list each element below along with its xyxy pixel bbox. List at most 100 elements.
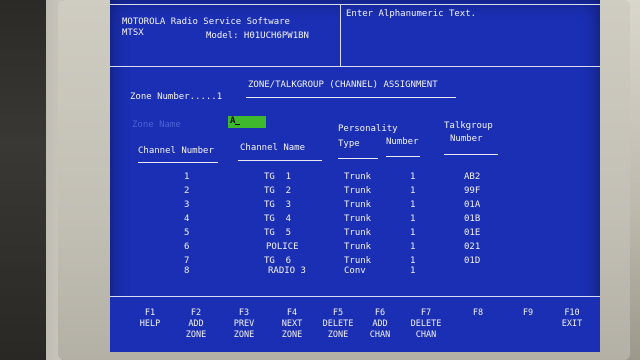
row-talkgroup-number[interactable]: 021 <box>464 242 480 253</box>
fkey-f3-l2: ZONE <box>233 330 255 340</box>
page-title: ZONE/TALKGROUP (CHANNEL) ASSIGNMENT <box>248 80 438 90</box>
col-channel-name: Channel Name <box>240 143 306 153</box>
col-talkgroup: Talkgroup <box>444 121 493 131</box>
fkey-f9[interactable]: F9 <box>506 308 550 341</box>
fkey-f6-l2: CHAN <box>369 330 391 340</box>
zone-number-label: Zone Number.....1 <box>130 92 223 102</box>
row-talkgroup-number[interactable]: 99F <box>464 186 480 197</box>
row-channel-number[interactable]: 6 <box>184 242 189 253</box>
fkey-f8-l2 <box>456 330 500 341</box>
model-label: Model: H01UCH6PW1BN <box>206 31 309 41</box>
row-channel-number[interactable]: 4 <box>184 214 189 225</box>
row-channel-name[interactable]: TG 3 <box>264 200 291 211</box>
fkey-f9-l1 <box>506 319 550 330</box>
fkey-f8-key: F8 <box>472 308 484 318</box>
row-channel-name[interactable]: POLICE <box>266 242 299 253</box>
fkey-f2-key: F2 <box>190 308 202 318</box>
crt-screen: MOTOROLA Radio Service Software MTSX Mod… <box>110 0 600 352</box>
col-type: Type <box>338 139 360 149</box>
row-channel-name[interactable]: TG 4 <box>264 214 291 225</box>
row-personality-type[interactable]: Trunk <box>344 214 371 225</box>
underline-channel-number <box>138 162 218 163</box>
row-personality-number[interactable]: 1 <box>410 242 415 253</box>
fkey-f5-l2: ZONE <box>327 330 349 340</box>
row-personality-type[interactable]: Trunk <box>344 242 371 253</box>
background-door-frame <box>0 0 46 360</box>
background-wall-left <box>0 0 62 360</box>
row-channel-number[interactable]: 2 <box>184 186 189 197</box>
fkey-f3-key: F3 <box>238 308 250 318</box>
underline-number <box>386 156 420 157</box>
fkey-f4[interactable]: F4 NEXT ZONE <box>270 308 314 341</box>
row-channel-number[interactable]: 3 <box>184 200 189 211</box>
fkey-f2-l2: ZONE <box>185 330 207 340</box>
row-channel-name[interactable]: TG 1 <box>264 172 291 183</box>
fkey-f7-key: F7 <box>420 308 432 318</box>
row-talkgroup-number[interactable]: 01A <box>464 200 480 211</box>
underline-talkgroup <box>444 154 498 155</box>
fkey-f10-key: F10 <box>564 308 580 318</box>
header-bottom-border <box>110 66 600 67</box>
prompt-text: Enter Alphanumeric Text. <box>346 9 477 19</box>
col-talkgroup-number: Number <box>450 134 483 144</box>
page-title-underline <box>246 97 456 98</box>
underline-channel-name <box>238 160 322 161</box>
fkey-f10[interactable]: F10 EXIT <box>550 308 594 341</box>
fkey-f10-l1: EXIT <box>561 319 583 329</box>
row-talkgroup-number[interactable]: 01E <box>464 228 480 239</box>
fkey-f6[interactable]: F6 ADD CHAN <box>358 308 402 341</box>
row-personality-number[interactable]: 1 <box>410 228 415 239</box>
fkey-f1-key: F1 <box>144 308 156 318</box>
app-title: MOTOROLA Radio Service Software <box>122 17 290 27</box>
zone-name-label: Zone Name <box>132 120 181 130</box>
row-personality-number[interactable]: 1 <box>410 200 415 211</box>
row-personality-number[interactable]: 1 <box>410 214 415 225</box>
fkey-f1-l1: HELP <box>139 319 161 329</box>
zone-name-input[interactable]: A <box>228 116 266 128</box>
row-talkgroup-number[interactable]: AB2 <box>464 172 480 183</box>
header-divider <box>340 4 341 66</box>
fkey-f1[interactable]: F1 HELP <box>128 308 172 341</box>
row-personality-number[interactable]: 1 <box>410 172 415 183</box>
underline-type <box>338 158 378 159</box>
fkey-f6-key: F6 <box>374 308 386 318</box>
row-channel-number[interactable]: 5 <box>184 228 189 239</box>
row-talkgroup-number[interactable]: 01B <box>464 214 480 225</box>
row-channel-name[interactable]: TG 2 <box>264 186 291 197</box>
fkey-f8[interactable]: F8 <box>456 308 500 341</box>
app-subtitle: MTSX <box>122 28 144 38</box>
row-personality-type[interactable]: Trunk <box>344 200 371 211</box>
row-channel-number[interactable]: 1 <box>184 172 189 183</box>
row-channel-number[interactable]: 8 <box>184 266 189 277</box>
row-personality-number[interactable]: 1 <box>410 186 415 197</box>
fkey-f5-key: F5 <box>332 308 344 318</box>
fkey-f10-l2 <box>550 330 594 341</box>
fkey-f3-l1: PREV <box>233 319 255 329</box>
fkey-f9-l2 <box>506 330 550 341</box>
fkey-f3[interactable]: F3 PREV ZONE <box>222 308 266 341</box>
fkey-f6-l1: ADD <box>372 319 388 329</box>
row-channel-name[interactable]: TG 5 <box>264 228 291 239</box>
fkey-f4-l1: NEXT <box>281 319 303 329</box>
fkey-f2[interactable]: F2 ADD ZONE <box>174 308 218 341</box>
row-personality-type[interactable]: Trunk <box>344 186 371 197</box>
fkey-f8-l1 <box>456 319 500 330</box>
row-personality-type[interactable]: Trunk <box>344 172 371 183</box>
header-top-border <box>110 4 600 5</box>
fkey-f5[interactable]: F5 DELETE ZONE <box>316 308 360 341</box>
col-channel-number: Channel Number <box>138 146 214 156</box>
fkey-f7-l1: DELETE <box>410 319 442 329</box>
fkey-f9-key: F9 <box>522 308 534 318</box>
fkey-f4-l2: ZONE <box>281 330 303 340</box>
row-personality-number[interactable]: 1 <box>410 266 415 277</box>
row-personality-type[interactable]: Trunk <box>344 228 371 239</box>
function-bar-border <box>110 296 600 297</box>
fkey-f2-l1: ADD <box>188 319 204 329</box>
row-talkgroup-number[interactable]: 01D <box>464 256 480 267</box>
fkey-f7[interactable]: F7 DELETE CHAN <box>404 308 448 341</box>
fkey-f7-l2: CHAN <box>415 330 437 340</box>
row-channel-name[interactable]: RADIO 3 <box>268 266 306 277</box>
col-number: Number <box>386 137 419 147</box>
row-personality-type[interactable]: Conv <box>344 266 366 277</box>
fkey-f4-key: F4 <box>286 308 298 318</box>
